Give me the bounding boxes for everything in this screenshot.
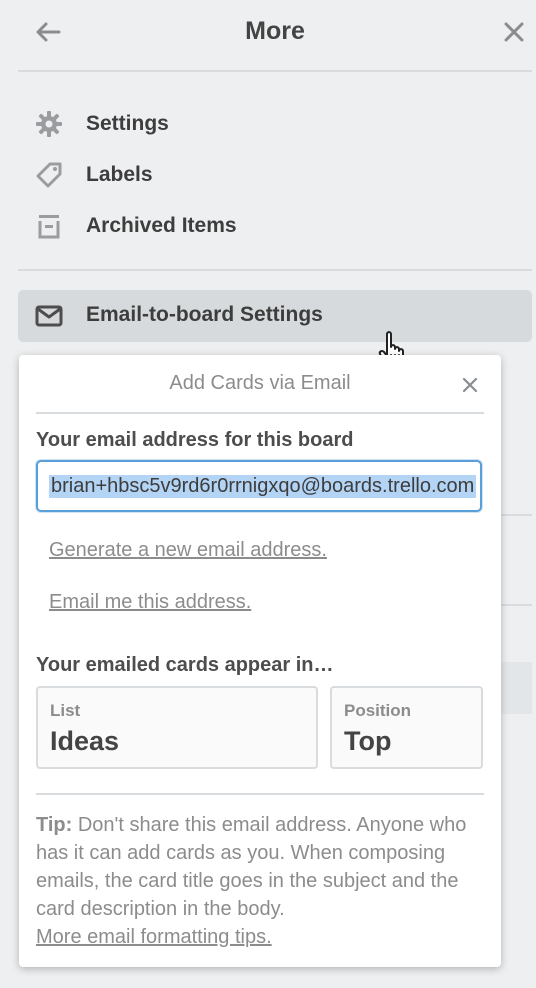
board-email-field[interactable]: brian+hbsc5v9rd6r0rrnigxqo@boards.trello… xyxy=(36,460,482,512)
sidebar-title: More xyxy=(245,17,305,45)
close-sidebar-button[interactable] xyxy=(496,14,532,50)
tag-icon xyxy=(35,161,63,189)
popover-close-button[interactable] xyxy=(456,371,484,399)
menu-item-labels[interactable]: Labels xyxy=(18,149,532,200)
email-me-address-link[interactable]: Email me this address. xyxy=(49,591,251,614)
sidebar-header: More xyxy=(18,0,532,72)
email-formatting-tips-link[interactable]: More email formatting tips. xyxy=(36,926,272,948)
background-item xyxy=(500,662,532,714)
menu-item-archived[interactable]: Archived Items xyxy=(18,200,532,251)
popover-divider xyxy=(36,793,484,795)
menu-item-settings[interactable]: Settings xyxy=(18,98,532,149)
add-cards-via-email-popover: Add Cards via Email Your email address f… xyxy=(19,355,501,967)
close-icon xyxy=(504,22,524,42)
popover-header: Add Cards via Email xyxy=(36,355,484,414)
gear-icon xyxy=(35,110,63,138)
position-select[interactable]: Position Top xyxy=(330,686,483,769)
background-divider xyxy=(500,514,532,516)
list-select-value: Ideas xyxy=(50,726,120,756)
menu-item-settings-label: Settings xyxy=(86,111,169,135)
tip-label: Tip: xyxy=(36,814,73,836)
generate-email-link[interactable]: Generate a new email address. xyxy=(49,539,327,562)
archive-icon xyxy=(35,212,63,240)
list-select-label: List xyxy=(50,701,81,720)
menu-item-archived-label: Archived Items xyxy=(86,213,237,237)
tip-text: Tip: Don't share this email address. Any… xyxy=(36,811,488,951)
envelope-icon xyxy=(35,302,63,330)
close-icon xyxy=(462,377,478,393)
position-select-label: Position xyxy=(344,701,412,720)
emailed-cards-label: Your emailed cards appear in… xyxy=(36,654,334,676)
tip-body: Don't share this email address. Anyone w… xyxy=(36,814,467,920)
menu-item-email-to-board-label: Email-to-board Settings xyxy=(86,303,323,326)
menu-item-email-to-board[interactable]: Email-to-board Settings xyxy=(18,290,532,342)
list-select[interactable]: List Ideas xyxy=(36,686,318,769)
board-email-value: brian+hbsc5v9rd6r0rrnigxqo@boards.trello… xyxy=(49,475,477,498)
menu-item-labels-label: Labels xyxy=(86,162,153,186)
email-address-label: Your email address for this board xyxy=(36,429,354,451)
background-divider xyxy=(500,604,532,606)
position-select-value: Top xyxy=(344,726,392,756)
sidebar-menu: Settings Labels Archived Items xyxy=(18,98,532,251)
popover-title: Add Cards via Email xyxy=(169,372,351,394)
menu-divider xyxy=(18,269,532,271)
